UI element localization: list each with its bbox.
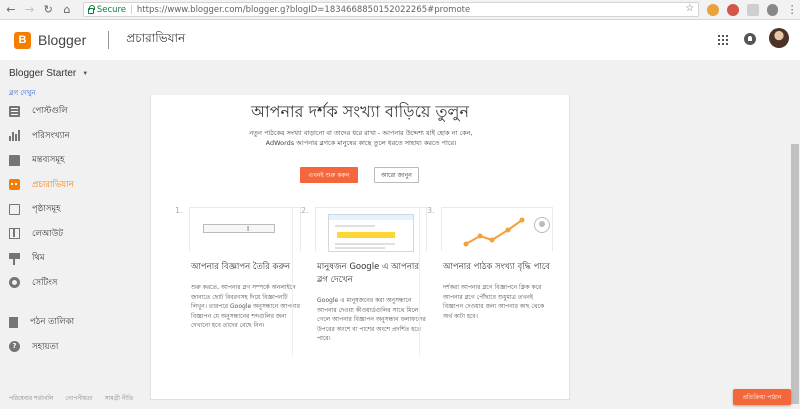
- ad-text-field-graphic: [203, 224, 275, 233]
- settings-icon: [9, 277, 20, 289]
- sidebar-item-label: লেআউট: [32, 228, 63, 239]
- home-icon[interactable]: ⌂: [59, 2, 75, 18]
- reading-list-icon: [9, 316, 18, 328]
- layout-icon: [9, 228, 20, 240]
- send-feedback-button[interactable]: প্রতিক্রিয়া পাঠান: [733, 389, 791, 405]
- step-title: মানুষজন Google এ আপনার ব্লগ দেখেন: [317, 262, 420, 285]
- step-description: দর্শকরা আপনার ব্লগে বিজ্ঞাপনে ক্লিক করে …: [443, 284, 545, 320]
- sidebar-item-label: সহায়তা: [32, 341, 59, 352]
- sidebar-item-reading-list[interactable]: পঠন তালিকা: [0, 310, 120, 335]
- step-number: 3.: [427, 206, 435, 215]
- earnings-icon: [9, 179, 20, 191]
- get-started-button[interactable]: এখনই শুরু করুন: [300, 167, 358, 183]
- step-number: 2.: [301, 206, 309, 215]
- step-readership-grows: 3. আপনার পাঠক সংখ্যা বৃদ্ধি পাবে দর্শকরা…: [427, 206, 553, 321]
- comments-icon: [9, 154, 20, 166]
- sidebar-item-label: পৃষ্ঠাসমূহ: [32, 204, 61, 215]
- help-icon: ?: [9, 341, 20, 353]
- sidebar-item-posts[interactable]: পোস্টগুলি: [0, 99, 120, 124]
- sidebar-item-label: পোস্টগুলি: [32, 106, 68, 117]
- stats-icon: [9, 130, 20, 142]
- sidebar-item-label: সেটিংস: [32, 277, 58, 288]
- footer-link-content-policy[interactable]: সামগ্রী নীতি: [105, 393, 134, 404]
- step-people-see-blog: 2. মানুষজন Google এ আপনার ব্লগ দেখেন Goo…: [301, 206, 427, 344]
- footer-links: পরিষেবার শর্তাবলি গোপনীয়তা সামগ্রী নীতি: [9, 393, 145, 404]
- footer-link-privacy[interactable]: গোপনীয়তা: [65, 393, 92, 404]
- app-name[interactable]: Blogger: [38, 32, 86, 48]
- sidebar-item-label: পরিসংখ্যান: [32, 130, 70, 141]
- pages-icon: [9, 203, 20, 215]
- sidebar-item-layout[interactable]: লেআউট: [0, 222, 120, 247]
- sidebar-item-settings[interactable]: সেটিংস: [0, 271, 120, 296]
- extension-icon[interactable]: [726, 3, 739, 16]
- footer-link-terms[interactable]: পরিষেবার শর্তাবলি: [9, 393, 53, 404]
- url-separator: |: [130, 4, 133, 15]
- url-text: https://www.blogger.com/blogger.g?blogID…: [136, 4, 471, 15]
- sidebar-item-label: মন্তব্যসমূহ: [32, 155, 65, 166]
- sidebar-item-comments[interactable]: মন্তব্যসমূহ: [0, 148, 120, 173]
- sidebar-item-pages[interactable]: পৃষ্ঠাসমূহ: [0, 197, 120, 222]
- intro-text: নতুন পাঠকের সংখ্যা বাড়ানো বা তাদের ধরে …: [191, 128, 531, 148]
- view-blog-link[interactable]: ব্লগ দেখুন: [9, 87, 36, 99]
- browser-window-graphic: [328, 214, 414, 252]
- blog-name: Blogger Starter: [9, 68, 77, 79]
- posts-icon: [9, 105, 20, 117]
- reader-avatar-icon: [534, 217, 550, 233]
- header-divider: [108, 31, 110, 49]
- app-header: B Blogger প্রচারাভিযান: [0, 20, 800, 60]
- scrollbar-thumb[interactable]: [791, 144, 799, 404]
- sidebar-item-theme[interactable]: থিম: [0, 246, 120, 271]
- intro-line: AdWords আপনার ব্লগকে মানুষের কাছে তুলে ধ…: [265, 139, 457, 147]
- browser-toolbar: ← → ↻ ⌂ Secure | https://www.blogger.com…: [0, 0, 800, 20]
- step-create-ad: 1. I আপনার বিজ্ঞাপন তৈরি করুন শুরু করতে,…: [175, 206, 301, 331]
- theme-icon: [9, 253, 20, 266]
- menu-icon[interactable]: ⋮: [784, 2, 800, 18]
- blog-selector[interactable]: Blogger Starter ▼: [9, 68, 88, 79]
- step-title: আপনার পাঠক সংখ্যা বৃদ্ধি পাবে: [443, 262, 550, 272]
- growth-illustration: [441, 207, 553, 251]
- lock-icon: [87, 4, 95, 14]
- extension-icon[interactable]: [746, 3, 759, 16]
- search-results-illustration: [315, 207, 427, 252]
- step-number: 1.: [175, 206, 183, 215]
- chevron-down-icon: ▼: [82, 70, 89, 77]
- sidebar: পোস্টগুলি পরিসংখ্যান মন্তব্যসমূহ প্রচারা…: [0, 99, 120, 359]
- step-description: শুরু করতে, আপনার ব্লগ সম্পর্কে অনলাইনে জ…: [191, 284, 300, 329]
- page-headline: আপনার দর্শক সংখ্যা বাড়িয়ে তুলুন: [250, 102, 470, 121]
- step-description: Google এ মানুষজনের করা অনুসন্ধানে আপনার …: [317, 297, 426, 342]
- growth-line-graphic: [463, 217, 525, 247]
- step-title: আপনার বিজ্ঞাপন তৈরি করুন: [191, 262, 291, 272]
- back-icon[interactable]: ←: [3, 2, 19, 18]
- blogger-logo-icon[interactable]: B: [14, 31, 31, 49]
- create-ad-illustration: I: [189, 207, 301, 251]
- sidebar-item-label: পঠন তালিকা: [30, 317, 75, 328]
- page-scrollbar[interactable]: [790, 99, 800, 409]
- extension-icon[interactable]: [766, 3, 779, 16]
- reload-icon[interactable]: ↻: [40, 2, 56, 18]
- sidebar-item-stats[interactable]: পরিসংখ্যান: [0, 124, 120, 149]
- sidebar-item-earnings[interactable]: প্রচারাভিযান: [0, 173, 120, 198]
- learn-more-button[interactable]: আরো জানুন: [374, 167, 419, 183]
- text-cursor-icon: I: [247, 225, 250, 233]
- bookmark-star-icon[interactable]: ☆: [685, 3, 694, 14]
- apps-grid-icon[interactable]: [718, 35, 728, 45]
- secure-label: Secure: [96, 4, 127, 15]
- address-bar[interactable]: Secure | https://www.blogger.com/blogger…: [82, 2, 700, 17]
- step-divider: [292, 207, 293, 357]
- step-divider: [419, 207, 420, 357]
- avatar[interactable]: [769, 28, 789, 48]
- sidebar-item-label: থিম: [32, 253, 45, 264]
- promote-card: আপনার দর্শক সংখ্যা বাড়িয়ে তুলুন নতুন প…: [150, 95, 570, 400]
- sidebar-item-label: প্রচারাভিযান: [32, 179, 74, 190]
- intro-line: নতুন পাঠকের সংখ্যা বাড়ানো বা তাদের ধরে …: [249, 129, 473, 137]
- extension-icon[interactable]: [707, 3, 719, 16]
- forward-icon[interactable]: →: [22, 2, 38, 18]
- page-title: প্রচারাভিযান: [126, 31, 186, 45]
- notifications-icon[interactable]: [744, 33, 756, 45]
- sidebar-item-help[interactable]: ? সহায়তা: [0, 335, 120, 360]
